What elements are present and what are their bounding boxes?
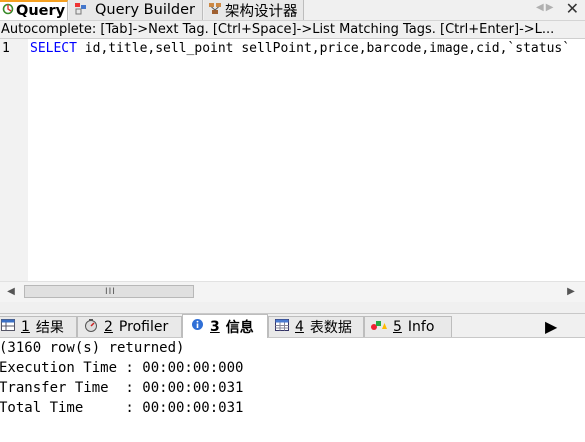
tab-scroll-next-icon[interactable]: ▶ <box>545 317 557 336</box>
result-line: Total Time : 00:00:00:031 <box>0 400 244 416</box>
query-tab-strip: Query Query Builder 架构设计器 ◀▶ ✕ <box>0 0 585 21</box>
line-number: 1 <box>2 41 10 56</box>
tab-info-label: Info <box>407 319 435 335</box>
tab-schema-designer-label: 架构设计器 <box>225 3 298 20</box>
tab-info[interactable]: 5 Info <box>364 316 452 337</box>
scroll-right-arrow-icon[interactable]: ▶ <box>562 282 580 301</box>
profiler-icon <box>84 318 98 336</box>
result-line: (3160 row(s) returned) <box>0 340 185 356</box>
tab-table-data[interactable]: 4 表数据 <box>268 316 364 337</box>
tab-messages[interactable]: 3 信息 <box>182 314 268 338</box>
tab-results[interactable]: 1 结果 <box>0 316 77 337</box>
tab-table-data-number: 4 <box>295 319 304 335</box>
result-line: Transfer Time : 00:00:00:031 <box>0 380 244 396</box>
tab-query-builder-label: Query Builder <box>95 2 195 18</box>
schema-designer-icon <box>208 2 222 19</box>
tab-messages-number: 3 <box>210 318 220 335</box>
horizontal-scrollbar[interactable]: ◀ III ▶ <box>0 281 585 302</box>
result-tab-strip: 1 结果 2 Profiler 3 信息 4 表数据 5 Info ▶ <box>0 314 585 338</box>
tab-query[interactable]: Query <box>0 0 68 20</box>
close-icon[interactable]: ✕ <box>566 0 579 18</box>
tab-results-number: 1 <box>21 319 30 335</box>
autocomplete-hint: Autocomplete: [Tab]->Next Tag. [Ctrl+Spa… <box>1 22 555 37</box>
scrollbar-thumb[interactable]: III <box>24 285 194 298</box>
autocomplete-hint-bar: Autocomplete: [Tab]->Next Tag. [Ctrl+Spa… <box>0 21 585 39</box>
tab-schema-designer[interactable]: 架构设计器 <box>204 0 304 20</box>
sql-code-text: id,title,sell_point sellPoint,price,barc… <box>76 41 571 56</box>
scrollbar-grip: III <box>105 287 116 297</box>
tab-scroll-arrows[interactable]: ◀▶ <box>536 2 555 13</box>
query-icon <box>2 3 14 19</box>
tab-info-number: 5 <box>393 319 402 335</box>
messages-panel: (3160 row(s) returned) Execution Time : … <box>0 338 585 442</box>
tab-results-label: 结果 <box>35 320 64 336</box>
tab-messages-label: 信息 <box>225 319 254 336</box>
panel-splitter[interactable] <box>0 302 585 314</box>
tab-table-data-label: 表数据 <box>309 320 352 336</box>
info-shapes-icon <box>371 319 387 335</box>
line-number-gutter <box>0 39 28 281</box>
sql-editor[interactable]: 1 SELECT id,title,sell_point sellPoint,p… <box>0 39 585 281</box>
tab-query-label: Query <box>16 3 66 19</box>
code-line[interactable]: SELECT id,title,sell_point sellPoint,pri… <box>30 40 570 58</box>
result-grid-icon <box>1 319 15 335</box>
table-data-icon <box>275 319 289 335</box>
query-builder-icon <box>74 2 87 19</box>
sql-keyword: SELECT <box>30 41 77 56</box>
tab-query-builder[interactable]: Query Builder <box>69 0 203 20</box>
tab-profiler-label: Profiler <box>118 319 169 335</box>
info-icon <box>191 318 204 335</box>
result-line: Execution Time : 00:00:00:000 <box>0 360 244 376</box>
tab-profiler-number: 2 <box>104 319 113 335</box>
scroll-left-arrow-icon[interactable]: ◀ <box>2 282 20 301</box>
tab-profiler[interactable]: 2 Profiler <box>77 316 182 337</box>
